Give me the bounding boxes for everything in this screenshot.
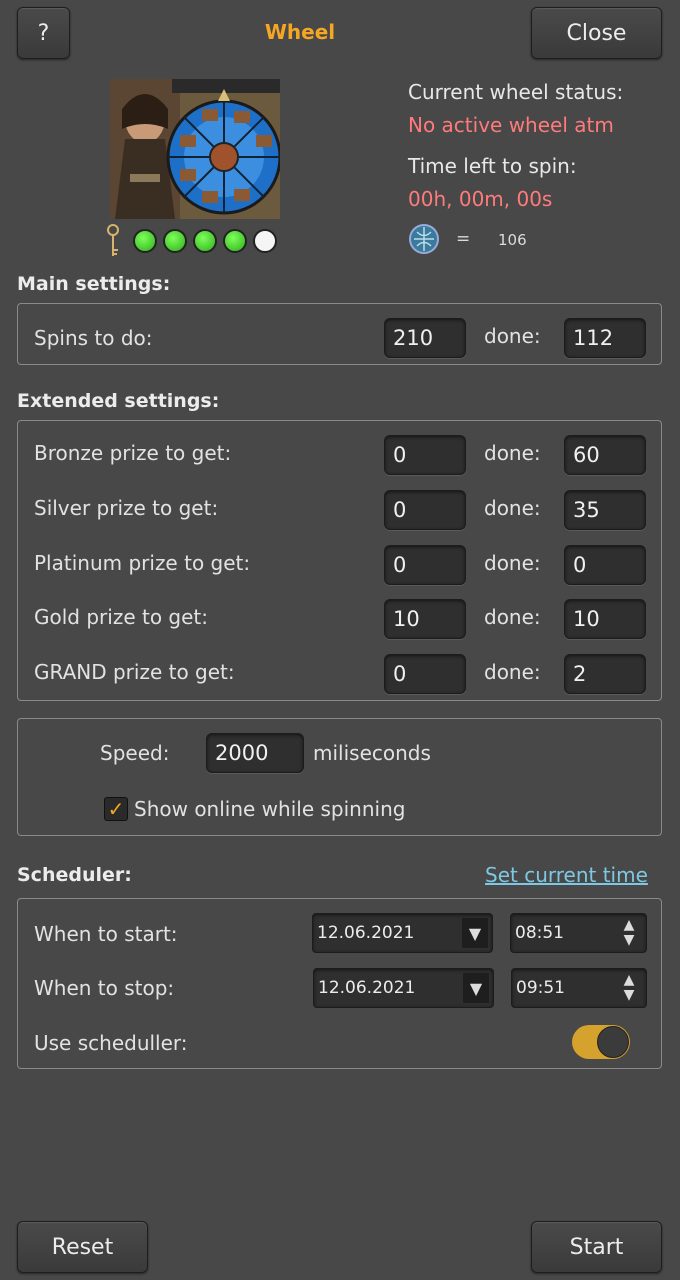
dropdown-arrow-icon: ▼ <box>462 918 488 948</box>
equals-sign: = <box>456 229 471 249</box>
time-left-label: Time left to spin: <box>408 154 577 178</box>
wheel-status-label: Current wheel status: <box>408 80 624 104</box>
spins-done-field: 112 <box>564 318 646 358</box>
spins-label: Spins to do: <box>34 326 153 350</box>
time-left-value: 00h, 00m, 00s <box>408 187 553 211</box>
key-dot <box>223 229 247 253</box>
extended-settings-title: Extended settings: <box>17 390 220 412</box>
done-label: done: <box>484 551 541 575</box>
show-online-checkbox[interactable]: ✓ <box>104 797 128 821</box>
wheel-status-value: No active wheel atm <box>408 113 614 137</box>
done-label: done: <box>484 605 541 629</box>
globe-token-icon <box>408 222 440 256</box>
prize-label: GRAND prize to get: <box>34 660 235 684</box>
stop-time-spinner[interactable]: 09:51 ▲ ▼ <box>511 968 647 1008</box>
main-settings-panel: Spins to do: 210 done: 112 <box>17 303 662 365</box>
spinner-arrows-icon: ▲ ▼ <box>623 972 635 1003</box>
speed-label: Speed: <box>100 741 170 765</box>
bronze-prize-input[interactable]: 0 <box>384 435 466 475</box>
token-count: 106 <box>498 231 527 249</box>
scheduler-title: Scheduler: <box>17 864 132 886</box>
stop-date-value: 12.06.2021 <box>318 978 416 998</box>
stop-date-select[interactable]: 12.06.2021 ▼ <box>313 968 494 1008</box>
prize-label: Gold prize to get: <box>34 605 208 629</box>
start-date-select[interactable]: 12.06.2021 ▼ <box>312 913 493 953</box>
reset-button[interactable]: Reset <box>17 1221 148 1273</box>
start-date-value: 12.06.2021 <box>317 923 415 943</box>
grand-prize-input[interactable]: 0 <box>384 654 466 694</box>
close-button[interactable]: Close <box>531 7 662 59</box>
done-label: done: <box>484 441 541 465</box>
done-label: done: <box>484 324 541 348</box>
help-button[interactable]: ? <box>17 7 70 59</box>
page-title: Wheel <box>264 20 336 44</box>
speed-unit: miliseconds <box>313 741 431 765</box>
prize-label: Platinum prize to get: <box>34 551 251 575</box>
grand-prize-done: 2 <box>564 654 646 694</box>
stop-time-value: 09:51 <box>516 978 565 998</box>
prize-label: Silver prize to get: <box>34 496 219 520</box>
bronze-prize-done: 60 <box>564 435 646 475</box>
when-to-start-label: When to start: <box>34 922 178 946</box>
platinum-prize-done: 0 <box>564 545 646 585</box>
start-time-spinner[interactable]: 08:51 ▲ ▼ <box>510 913 647 953</box>
use-scheduler-label: Use scheduller: <box>34 1031 188 1055</box>
key-dot <box>163 229 187 253</box>
key-icon <box>106 224 120 258</box>
key-dot <box>193 229 217 253</box>
silver-prize-done: 35 <box>564 490 646 530</box>
gold-prize-done: 10 <box>564 599 646 639</box>
toggle-knob <box>597 1026 629 1058</box>
silver-prize-input[interactable]: 0 <box>384 490 466 530</box>
set-current-time-link[interactable]: Set current time <box>485 863 648 887</box>
done-label: done: <box>484 660 541 684</box>
key-dot <box>133 229 157 253</box>
speed-panel: Speed: 2000 miliseconds ✓ Show online wh… <box>17 718 662 836</box>
show-online-label: Show online while spinning <box>134 797 406 821</box>
dropdown-arrow-icon: ▼ <box>463 973 489 1003</box>
when-to-stop-label: When to stop: <box>34 976 175 1000</box>
start-button[interactable]: Start <box>531 1221 662 1273</box>
key-dot <box>253 229 277 253</box>
wheel-image <box>110 79 282 219</box>
start-time-value: 08:51 <box>515 923 564 943</box>
spins-input[interactable]: 210 <box>384 318 466 358</box>
speed-input[interactable]: 2000 <box>206 733 304 773</box>
spinner-arrows-icon: ▲ ▼ <box>623 917 635 948</box>
extended-settings-panel: Bronze prize to get: 0 done: 60 Silver p… <box>17 420 662 701</box>
scheduler-panel: When to start: 12.06.2021 ▼ 08:51 ▲ ▼ Whe… <box>17 898 662 1069</box>
use-scheduler-toggle[interactable] <box>572 1025 630 1059</box>
done-label: done: <box>484 496 541 520</box>
gold-prize-input[interactable]: 10 <box>384 599 466 639</box>
prize-label: Bronze prize to get: <box>34 441 232 465</box>
main-settings-title: Main settings: <box>17 273 171 295</box>
platinum-prize-input[interactable]: 0 <box>384 545 466 585</box>
